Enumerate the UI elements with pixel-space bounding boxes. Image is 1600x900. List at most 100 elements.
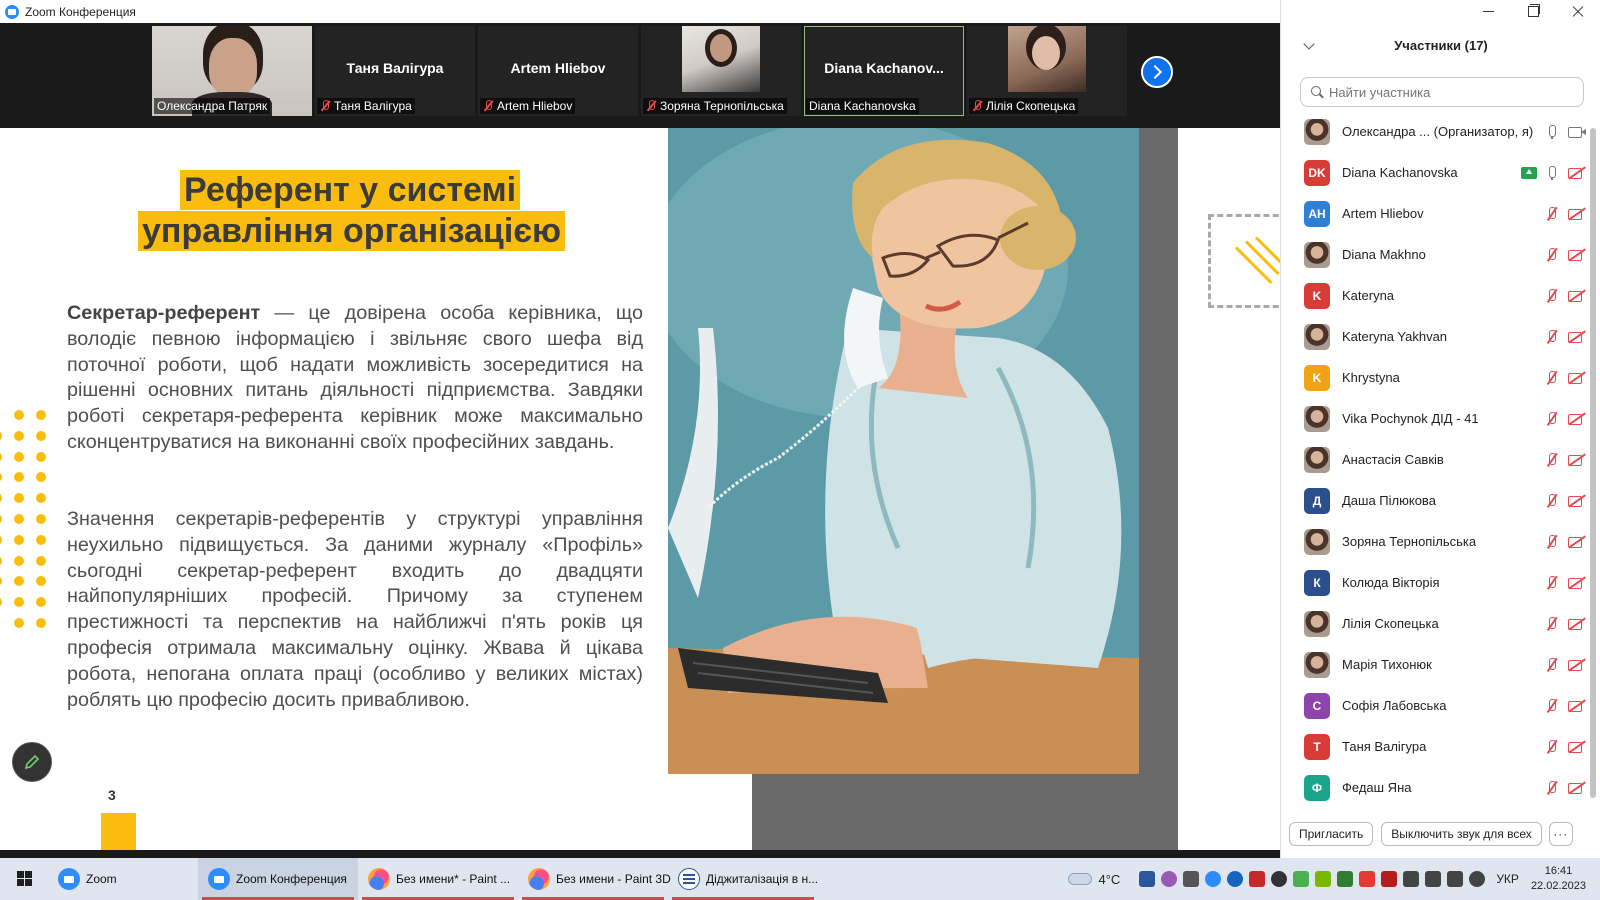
- microphone-muted-icon[interactable]: [1542, 452, 1562, 468]
- search-participant-input[interactable]: [1300, 77, 1584, 107]
- camera-off-icon[interactable]: [1567, 493, 1587, 509]
- app-red-icon[interactable]: [1359, 871, 1376, 887]
- participant-row[interactable]: AH Artem Hliebov: [1281, 193, 1593, 234]
- camera-off-icon[interactable]: [1567, 657, 1587, 673]
- camera-off-icon[interactable]: [1567, 616, 1587, 632]
- wifi-icon[interactable]: [1403, 871, 1420, 887]
- camera-off-icon[interactable]: [1567, 452, 1587, 468]
- video-tile-5[interactable]: Diana Kachanov... Diana Kachanovska: [804, 26, 964, 116]
- security-icon[interactable]: [1271, 871, 1288, 887]
- next-page-arrow-icon[interactable]: [1141, 56, 1173, 88]
- bluetooth-icon[interactable]: [1227, 871, 1244, 887]
- video-tile-3[interactable]: Artem Hliebov Artem Hliebov: [478, 26, 638, 116]
- camera-off-icon[interactable]: [1567, 698, 1587, 714]
- participant-row[interactable]: Лілія Скопецька: [1281, 603, 1593, 644]
- close-icon[interactable]: [1555, 0, 1600, 23]
- battery-icon[interactable]: [1381, 871, 1398, 887]
- minimize-icon[interactable]: [1465, 0, 1510, 23]
- microphone-muted-icon[interactable]: [1542, 575, 1562, 591]
- zoom-tray-icon[interactable]: [1205, 871, 1222, 887]
- taskbar-clock[interactable]: 16:41 22.02.2023: [1531, 864, 1586, 894]
- network-icon[interactable]: [1425, 871, 1442, 887]
- microphone-muted-icon[interactable]: [1542, 329, 1562, 345]
- microphone-muted-icon[interactable]: [1542, 534, 1562, 550]
- word-tray-icon[interactable]: [1139, 871, 1156, 887]
- decorative-dot: [14, 618, 24, 628]
- invite-button[interactable]: Пригласить: [1289, 822, 1374, 846]
- decorative-dot: [36, 534, 46, 545]
- app-tray-icon[interactable]: [1161, 871, 1178, 887]
- display-tray-icon[interactable]: [1183, 871, 1200, 887]
- zoom-logo-icon: [5, 4, 19, 19]
- tile-caption: Artem Hliebov: [480, 98, 576, 114]
- camera-off-icon[interactable]: [1567, 739, 1587, 755]
- more-options-button[interactable]: ···: [1548, 822, 1573, 846]
- video-tile-4[interactable]: Зоряна Тернопільська: [641, 26, 801, 116]
- decorative-dot: [36, 597, 46, 608]
- participant-row[interactable]: Diana Makhno: [1281, 234, 1593, 275]
- camera-icon[interactable]: [1567, 124, 1587, 140]
- microphone-muted-icon[interactable]: [1542, 370, 1562, 386]
- microphone-muted-icon[interactable]: [1542, 657, 1562, 673]
- microphone-muted-icon[interactable]: [1542, 493, 1562, 509]
- nvidia-icon[interactable]: [1315, 871, 1332, 887]
- camera-off-icon[interactable]: [1567, 206, 1587, 222]
- app-green-icon[interactable]: [1293, 871, 1310, 887]
- microphone-muted-icon[interactable]: [1542, 698, 1562, 714]
- taskbar-app-4[interactable]: Без имени - Paint 3D: [518, 858, 671, 900]
- input-language[interactable]: УКР: [1496, 872, 1519, 886]
- participant-row[interactable]: Kateryna Yakhvan: [1281, 316, 1593, 357]
- microphone-muted-icon[interactable]: [1542, 780, 1562, 796]
- zoom-icon: [208, 868, 230, 890]
- microphone-muted-icon[interactable]: [1542, 739, 1562, 755]
- participant-row[interactable]: С Софія Лабовська: [1281, 685, 1593, 726]
- participant-row[interactable]: Зоряна Тернопільська: [1281, 521, 1593, 562]
- camera-off-icon[interactable]: [1567, 329, 1587, 345]
- video-tile-6[interactable]: Лілія Скопецька: [967, 26, 1127, 116]
- restore-icon[interactable]: [1510, 0, 1555, 23]
- participant-row[interactable]: Vika Pochynok ДІД - 41: [1281, 398, 1593, 439]
- participant-row[interactable]: K Khrystyna: [1281, 357, 1593, 398]
- camera-off-icon[interactable]: [1567, 165, 1587, 181]
- participant-row[interactable]: Д Даша Пілюкова: [1281, 480, 1593, 521]
- participant-row[interactable]: Ф Федаш Яна: [1281, 767, 1593, 808]
- taskbar-app-3[interactable]: Без имени* - Paint ...: [358, 858, 518, 900]
- camera-off-icon[interactable]: [1567, 247, 1587, 263]
- participant-row[interactable]: Т Таня Валігура: [1281, 726, 1593, 767]
- taskbar-app-1[interactable]: Zoom: [48, 858, 198, 900]
- camera-off-icon[interactable]: [1567, 411, 1587, 427]
- participant-row[interactable]: K Kateryna: [1281, 275, 1593, 316]
- annotate-pen-button[interactable]: [12, 742, 52, 782]
- participant-row[interactable]: Марія Тихонюк: [1281, 644, 1593, 685]
- microphone-muted-icon[interactable]: [1542, 288, 1562, 304]
- mute-all-button[interactable]: Выключить звук для всех: [1381, 822, 1542, 846]
- microphone-muted-icon[interactable]: [1542, 247, 1562, 263]
- taskbar-app-5[interactable]: Діджиталізація в н...: [668, 858, 818, 900]
- camera-off-icon[interactable]: [1567, 534, 1587, 550]
- participant-list-scrollbar[interactable]: [1590, 128, 1596, 798]
- taskbar-app-2[interactable]: Zoom Конференция: [198, 858, 358, 900]
- shield-icon[interactable]: [1249, 871, 1266, 887]
- microphone-icon[interactable]: [1542, 165, 1562, 181]
- windows-start-icon[interactable]: [0, 858, 48, 900]
- volume-icon[interactable]: [1447, 871, 1464, 887]
- video-tile-2[interactable]: Таня Валігура Таня Валігура: [315, 26, 475, 116]
- participant-row[interactable]: К Колюда Вікторія: [1281, 562, 1593, 603]
- system-tray: 4°C УКР 16:41 22.02.2023: [1068, 858, 1600, 900]
- microphone-muted-icon[interactable]: [1542, 206, 1562, 222]
- microphone-icon[interactable]: [1469, 871, 1486, 887]
- video-tile-1[interactable]: Олександра Патряк: [152, 26, 312, 116]
- participant-row[interactable]: DK Diana Kachanovska: [1281, 152, 1593, 193]
- screen-share-icon: [1521, 166, 1537, 179]
- participant-row[interactable]: Олександра ... (Организатор, я): [1281, 111, 1593, 152]
- microphone-icon[interactable]: [1542, 124, 1562, 140]
- camera-off-icon[interactable]: [1567, 780, 1587, 796]
- sheet-icon[interactable]: [1337, 871, 1354, 887]
- camera-off-icon[interactable]: [1567, 370, 1587, 386]
- camera-off-icon[interactable]: [1567, 288, 1587, 304]
- camera-off-icon[interactable]: [1567, 575, 1587, 591]
- participant-row[interactable]: Анастасія Савків: [1281, 439, 1593, 480]
- microphone-muted-icon[interactable]: [1542, 616, 1562, 632]
- participant-status-icons: [1537, 411, 1587, 427]
- microphone-muted-icon[interactable]: [1542, 411, 1562, 427]
